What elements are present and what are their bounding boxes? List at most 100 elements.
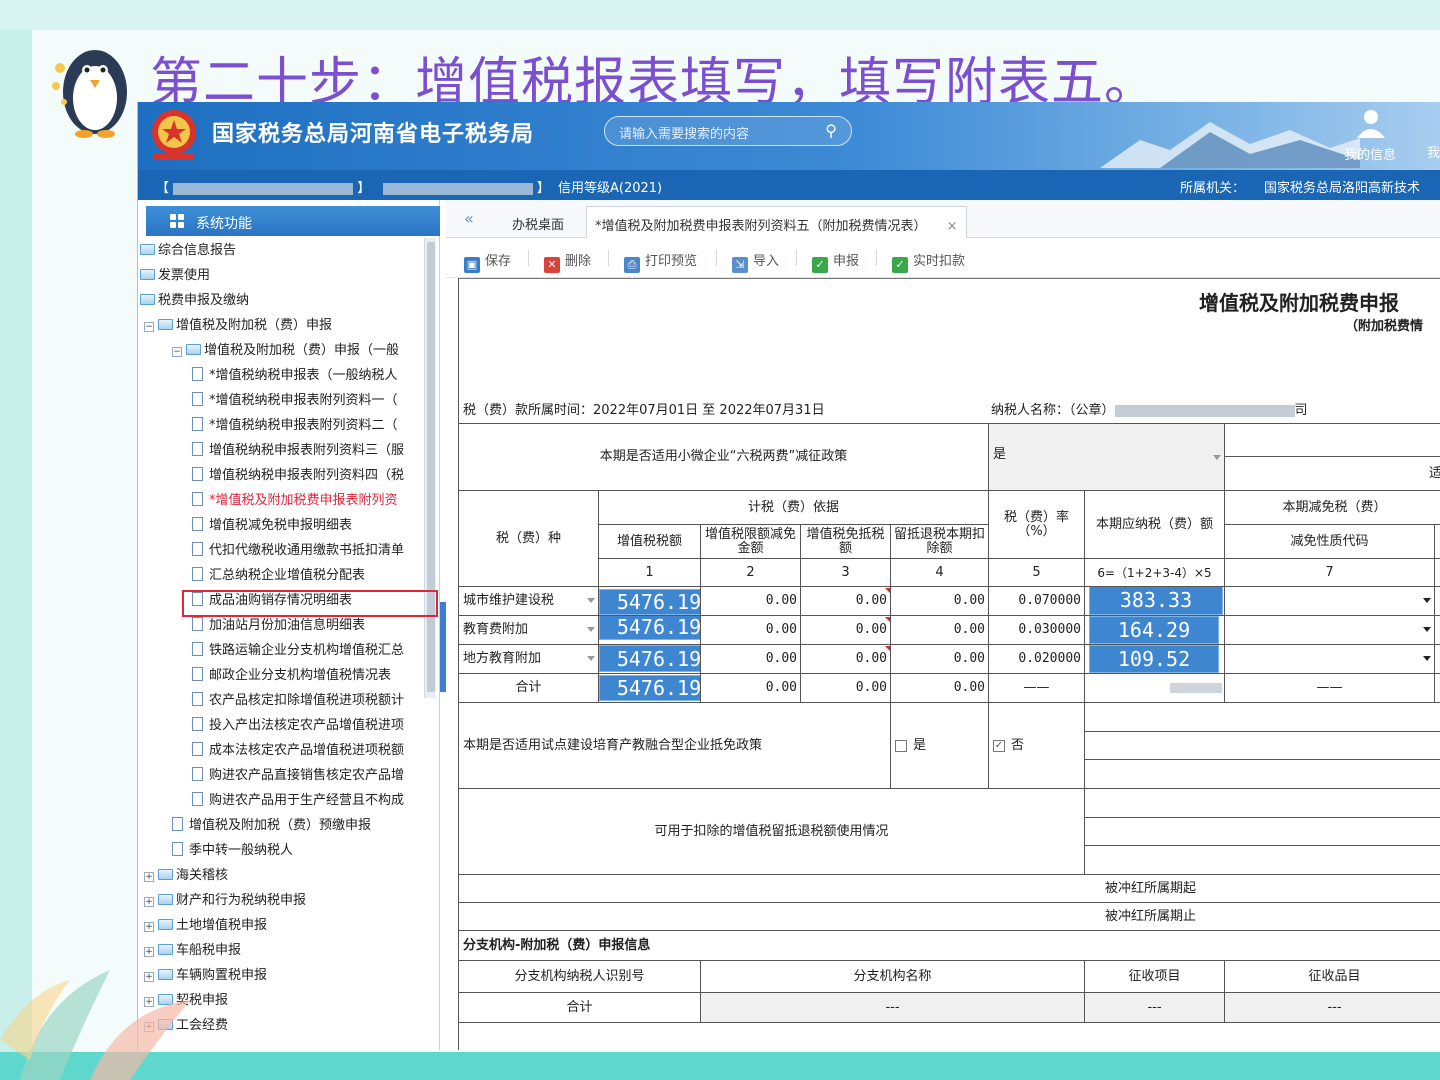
row-local-edu-vat-highlight[interactable]: 5476.19 (599, 645, 700, 672)
document-icon (192, 642, 203, 656)
row-city-tax-code-select[interactable] (1225, 587, 1435, 616)
row-edu-fee-vat-cell[interactable]: 5476.19 (599, 616, 701, 645)
tree-item-consolidated[interactable]: 汇总纳税企业增值税分配表 (192, 565, 365, 587)
pilot-yes-checkbox[interactable]: 是 (891, 703, 989, 789)
offset-end-label: 被冲红所属期止 (459, 903, 1440, 931)
row-edu-fee-code-select[interactable] (1225, 616, 1435, 645)
tab-home[interactable]: 办税桌面 (504, 206, 572, 238)
chevron-down-icon[interactable] (1213, 455, 1221, 460)
tree-item-agri-1[interactable]: 农产品核定扣除增值税进项税额计 (192, 690, 404, 712)
total-vat-highlight: 5476.19 (599, 675, 700, 701)
tree-item-main-form[interactable]: *增值税纳税申报表（一般纳税人 (192, 365, 398, 387)
row-local-edu-vat-cell[interactable]: 5476.19 (599, 645, 701, 674)
tree-item-reduction-detail[interactable]: 增值税减免税申报明细表 (192, 515, 352, 537)
tree-item-attach-4[interactable]: 增值税纳税申报表附列资料四（税 (192, 465, 404, 487)
branch-subitem-header: 征收品目 (1225, 961, 1440, 993)
tree-item-attach-1[interactable]: *增值税纳税申报表附列资料一（ (192, 390, 398, 412)
row-local-edu-c2[interactable]: 0.00 (701, 645, 801, 674)
tab-close-icon[interactable]: × (947, 219, 958, 234)
import-icon: ⇲ (732, 257, 748, 273)
row-city-tax-c3[interactable]: 0.00 (801, 587, 891, 616)
row-local-edu-code-select[interactable] (1225, 645, 1435, 674)
blank-cell (1085, 760, 1440, 789)
tab-attach-5[interactable]: *增值税及附加税费申报表附列资料五（附加税费情况表） × (586, 206, 967, 238)
document-icon (192, 542, 203, 556)
validation-marker (885, 588, 890, 593)
tree-item-railway[interactable]: 铁路运输企业分支机构增值税汇总 (192, 640, 404, 662)
chevron-down-icon[interactable] (1423, 627, 1431, 632)
small-policy-label: 本期是否适用小微企业“六税两费”减征政策 (459, 423, 989, 491)
tree-item-agri-4[interactable]: 购进农产品直接销售核定农产品增 (192, 765, 404, 787)
row-edu-fee-vat-highlight[interactable]: 5476.19 (599, 616, 700, 640)
row-city-tax-c2[interactable]: 0.00 (701, 587, 801, 616)
declare-button[interactable]: ✓ 申报 (812, 250, 859, 273)
tree-item-gas-station[interactable]: 加油站月份加油信息明细表 (192, 615, 365, 637)
document-icon (192, 692, 203, 706)
tree-item-vat-general[interactable]: − 增值税及附加税（费）申报（一般 (172, 340, 399, 362)
tree-item-agri-2[interactable]: 投入产出法核定农产品增值税进项 (192, 715, 404, 737)
folder-open-icon (158, 319, 173, 330)
validation-marker (885, 646, 890, 651)
collapse-icon[interactable]: − (144, 322, 154, 332)
site-search-input[interactable]: 请输入需要搜索的内容 ⚲ (604, 116, 852, 146)
checked-checkbox-icon[interactable]: ✓ (993, 739, 1005, 752)
chevron-down-icon[interactable] (1423, 656, 1431, 661)
collapse-icon[interactable]: − (172, 347, 182, 357)
chevron-down-icon[interactable] (587, 656, 595, 661)
slide-top-band (0, 0, 1440, 30)
blank-cell (1085, 732, 1440, 760)
header-cut-link[interactable]: 我 (1427, 142, 1440, 161)
tree-item-attach-2[interactable]: *增值税纳税申报表附列资料二（ (192, 415, 398, 437)
tabs-scroll-left-icon[interactable]: « (464, 209, 474, 228)
tree-item-prepay[interactable]: 增值税及附加税（费）预缴申报 (172, 815, 371, 837)
col-num-3: 3 (801, 559, 891, 587)
row-city-tax-c4[interactable]: 0.00 (891, 587, 989, 616)
tree-item-attach-3[interactable]: 增值税纳税申报表附列资料三（服 (192, 440, 404, 462)
row-city-tax-vat-highlight[interactable]: 5476.19 (599, 589, 700, 615)
row-edu-fee-c2[interactable]: 0.00 (701, 616, 801, 645)
my-info-link[interactable]: 我的信息 (1344, 144, 1396, 163)
print-preview-button[interactable]: ⎙ 打印预览 (624, 250, 697, 273)
site-brand-title[interactable]: 国家税务总局河南省电子税务局 (212, 116, 534, 148)
save-button[interactable]: ▣ 保存 (464, 250, 511, 273)
blank-cell (1435, 525, 1440, 559)
total-c4: 0.00 (891, 674, 989, 703)
tree-item-tax-declaration[interactable]: 税费申报及缴纳 (140, 290, 249, 312)
row-local-edu-name[interactable]: 地方教育附加 (459, 645, 599, 674)
row-local-edu-c3[interactable]: 0.00 (801, 645, 891, 674)
row-edu-fee-c3[interactable]: 0.00 (801, 616, 891, 645)
scrollbar-thumb[interactable] (427, 242, 435, 692)
search-icon[interactable]: ⚲ (825, 121, 837, 140)
tree-item-comprehensive-report[interactable]: 综合信息报告 (140, 240, 236, 262)
realtime-deduct-button[interactable]: ✓ 实时扣款 (892, 250, 965, 273)
tree-item-quarter-convert[interactable]: 季中转一般纳税人 (172, 840, 293, 862)
taxpayer-name-blurred: 【 】 】 (156, 181, 550, 196)
row-city-tax-name[interactable]: 城市维护建设税 (459, 587, 599, 616)
delete-button[interactable]: ✕ 删除 (544, 250, 591, 273)
retained-refund-label: 可用于扣除的增值税留抵退税额使用情况 (459, 789, 1085, 875)
tree-item-agri-3[interactable]: 成本法核定农产品增值税进项税额 (192, 740, 404, 762)
tree-item-postal[interactable]: 邮政企业分支机构增值税情况表 (192, 665, 391, 687)
row-edu-fee-c4[interactable]: 0.00 (891, 616, 989, 645)
chevron-down-icon[interactable] (587, 598, 595, 603)
row-local-edu-c4[interactable]: 0.00 (891, 645, 989, 674)
checkbox-icon[interactable] (895, 739, 907, 752)
row-local-edu-payable-cell: 109.52 (1085, 645, 1225, 674)
chevron-down-icon[interactable] (1423, 598, 1431, 603)
tree-item-agri-5[interactable]: 购进农产品用于生产经营且不构成 (192, 790, 404, 812)
small-policy-select[interactable]: 是 (989, 423, 1225, 491)
tree-item-vat-declare[interactable]: − 增值税及附加税（费）申报 (144, 315, 332, 337)
tree-item-withholding[interactable]: 代扣代缴税收通用缴款书抵扣清单 (192, 540, 404, 562)
chevron-down-icon[interactable] (587, 627, 595, 632)
authority-label: 所属机关： (1180, 181, 1246, 196)
import-button[interactable]: ⇲ 导入 (732, 250, 779, 273)
pilot-no-checkbox[interactable]: ✓ 否 (989, 703, 1085, 789)
row-city-tax-vat-cell[interactable]: 5476.19 (599, 587, 701, 616)
document-icon (192, 567, 203, 581)
user-avatar-icon[interactable] (1354, 108, 1388, 138)
row-edu-fee-rate: 0.030000 (989, 616, 1085, 645)
sidebar-scrollbar[interactable] (424, 238, 436, 698)
tree-item-attach-5-selected[interactable]: *增值税及附加税费申报表附列资 (192, 490, 398, 512)
row-edu-fee-name[interactable]: 教育费附加 (459, 616, 599, 645)
tree-item-invoice[interactable]: 发票使用 (140, 265, 210, 287)
